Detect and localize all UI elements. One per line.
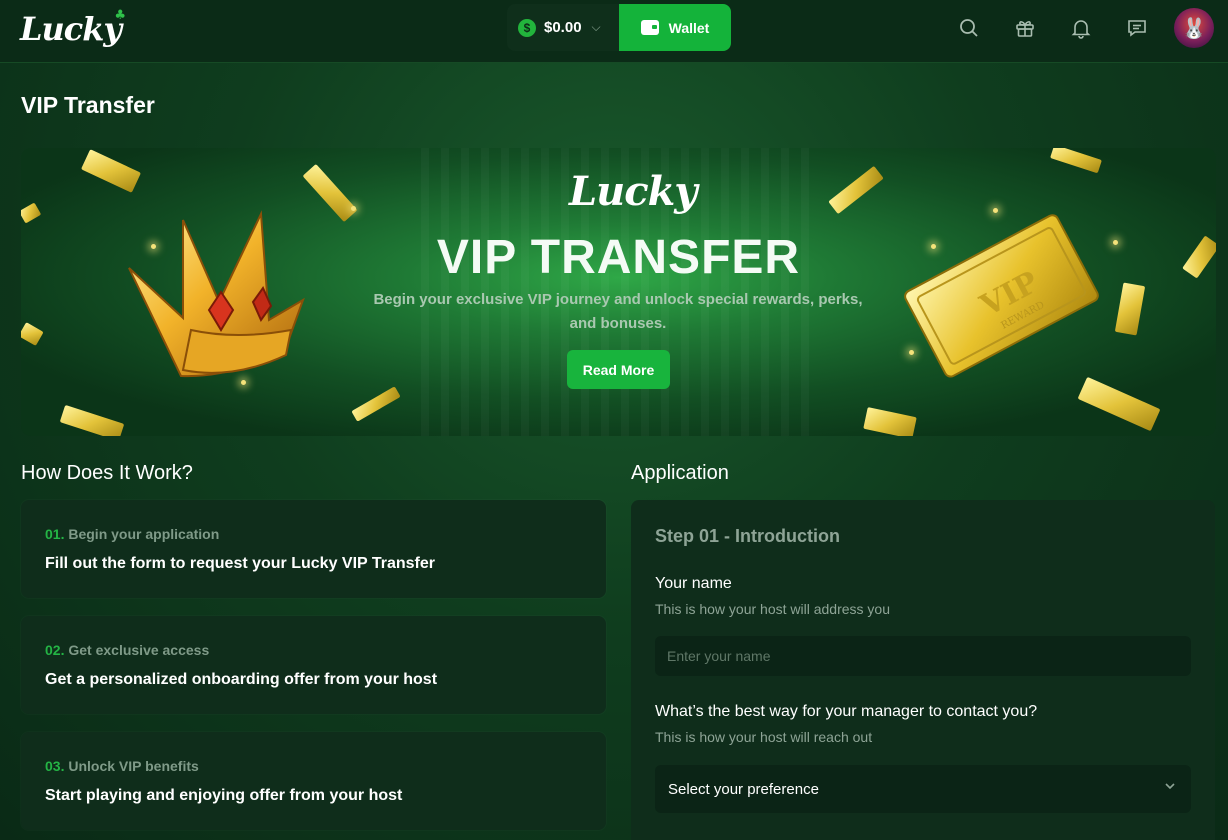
banner-logo: Lucky <box>569 168 698 215</box>
gold-bar-decoration <box>21 202 42 224</box>
gold-bar-decoration <box>1077 376 1161 432</box>
balance-amount: $0.00 <box>544 19 582 36</box>
step-description: Fill out the form to request your Lucky … <box>45 555 435 572</box>
step-number: 01. <box>45 526 65 542</box>
rabbit-avatar-icon: 🐰 <box>1181 17 1207 40</box>
chat-icon[interactable] <box>1126 17 1148 39</box>
dollar-coin-icon: $ <box>518 18 536 37</box>
step-heading: 03. Unlock VIP benefits <box>45 758 199 774</box>
page-title: VIP Transfer <box>21 92 155 118</box>
gift-icon[interactable] <box>1014 17 1036 39</box>
wallet-button[interactable]: Wallet <box>619 4 731 51</box>
step-number: 02. <box>45 642 65 658</box>
sparkle <box>351 206 356 211</box>
step-number: 03. <box>45 758 65 774</box>
contact-preference-select[interactable]: Select your preference <box>655 765 1191 813</box>
step-card-2: 02. Get exclusive access Get a personali… <box>21 616 606 714</box>
step-heading: 01. Begin your application <box>45 526 219 542</box>
name-label: Your name <box>655 575 732 592</box>
gold-bar-decoration <box>80 149 142 193</box>
avatar[interactable]: 🐰 <box>1174 8 1214 48</box>
top-bar: Lucky ♣ $ $0.00 ⌵ Wallet 🐰 <box>0 0 1228 63</box>
search-icon[interactable] <box>958 17 980 39</box>
form-step-title: Step 01 - Introduction <box>655 526 841 546</box>
wallet-label: Wallet <box>668 19 710 36</box>
name-help-text: This is how your host will address you <box>655 601 890 617</box>
clover-icon: ♣ <box>114 8 126 23</box>
contact-label: What’s the best way for your manager to … <box>655 703 1038 720</box>
step-description: Start playing and enjoying offer from yo… <box>45 787 403 804</box>
gold-bar-decoration <box>59 404 125 436</box>
how-section-title: How Does It Work? <box>21 462 193 484</box>
application-title: Application <box>631 462 729 484</box>
contact-help-text: This is how your host will reach out <box>655 729 873 745</box>
banner-title: VIP TRANSFER <box>436 231 801 284</box>
read-more-button[interactable]: Read More <box>567 350 670 389</box>
step-title: Unlock VIP benefits <box>68 758 199 774</box>
gold-bar-decoration <box>351 386 401 422</box>
bell-icon[interactable] <box>1070 17 1092 39</box>
step-heading: 02. Get exclusive access <box>45 642 209 658</box>
gold-bar-decoration <box>863 407 917 436</box>
step-title: Get exclusive access <box>68 642 210 658</box>
gold-bar-decoration <box>1114 282 1146 336</box>
step-title: Begin your application <box>68 526 220 542</box>
step-card-1: 01. Begin your application Fill out the … <box>21 500 606 598</box>
step-description: Get a personalized onboarding offer from… <box>45 671 438 688</box>
logo-text: Lucky <box>20 10 122 48</box>
gold-bar-decoration <box>1050 148 1102 174</box>
balance-dropdown[interactable]: $ $0.00 ⌵ <box>507 4 619 51</box>
name-input[interactable] <box>655 636 1191 676</box>
select-value: Select your preference <box>668 780 819 798</box>
chevron-down-icon: ⌵ <box>591 20 601 34</box>
wallet-icon <box>640 20 659 35</box>
gold-bar-decoration <box>21 322 44 346</box>
step-card-3: 03. Unlock VIP benefits Start playing an… <box>21 732 606 830</box>
application-form: Step 01 - Introduction Your name This is… <box>631 500 1215 840</box>
gold-bar-decoration <box>828 165 884 215</box>
banner-subtitle: Begin your exclusive VIP journey and unl… <box>373 291 863 332</box>
vip-banner: VIP REWARD Lucky VIP TRANSFER Begin your… <box>21 148 1216 436</box>
chevron-down-icon <box>1165 783 1175 790</box>
logo[interactable]: Lucky ♣ <box>20 8 126 48</box>
